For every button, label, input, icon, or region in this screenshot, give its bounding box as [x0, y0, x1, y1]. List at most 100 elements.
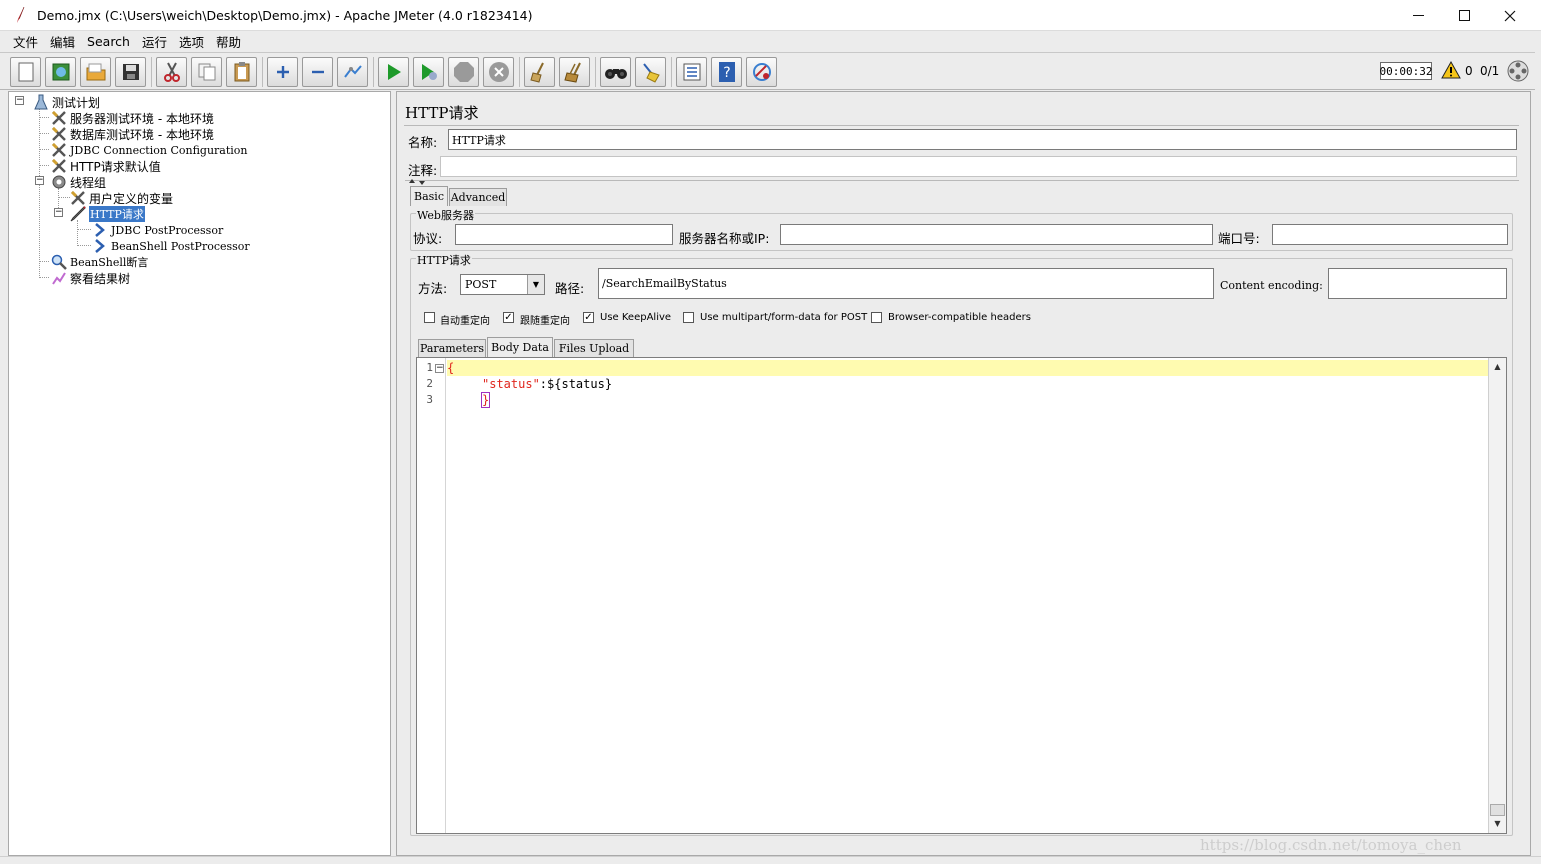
collapse-toggle-http-request[interactable]: − [54, 208, 63, 217]
remote-icon [752, 63, 771, 81]
line-number: 2 [426, 377, 433, 390]
templates-button[interactable] [45, 57, 76, 87]
tab-body-data[interactable]: Body Data [487, 337, 553, 357]
copy-button[interactable] [191, 57, 222, 87]
body-data-editor[interactable]: 1 − 2 3 { "status": ${status} } ▲ ▼ [416, 357, 1507, 834]
menu-search[interactable]: Search [87, 34, 130, 49]
menu-bar: 文件 编辑 Search 运行 选项 帮助 [0, 31, 1535, 52]
copy-icon [198, 63, 215, 81]
method-value: POST [465, 278, 497, 291]
browser-headers-checkbox[interactable] [871, 312, 882, 323]
title-bar: Demo.jmx (C:\Users\weich\Desktop\Demo.jm… [0, 0, 1541, 31]
clear-button[interactable] [524, 57, 555, 87]
follow-redirect-checkbox[interactable]: ✓ [503, 312, 514, 323]
close-button[interactable] [1487, 0, 1533, 31]
scroll-down-icon[interactable]: ▼ [1490, 816, 1505, 831]
fold-toggle[interactable]: − [435, 364, 444, 373]
tab-basic[interactable]: Basic [410, 186, 448, 206]
tree-node-test-plan[interactable]: 测试计划 [32, 94, 100, 110]
tree-node-http-request[interactable]: HTTP请求 [69, 205, 146, 223]
paste-button[interactable] [226, 57, 257, 87]
port-input[interactable] [1272, 224, 1508, 245]
tree-label: 线程组 [70, 175, 107, 190]
tree-node-server-config[interactable]: 服务器测试环境 - 本地环境 [50, 110, 214, 126]
tree-node-db-config[interactable]: 数据库测试环境 - 本地环境 [50, 126, 214, 142]
new-button[interactable] [10, 57, 41, 87]
menu-file[interactable]: 文件 [13, 32, 38, 51]
cut-button[interactable] [156, 57, 187, 87]
maximize-button[interactable] [1441, 0, 1487, 31]
stop-button[interactable] [448, 57, 479, 87]
path-input[interactable]: /SearchEmailByStatus [598, 268, 1214, 299]
tree-node-http-defaults[interactable]: HTTP请求默认值 [50, 158, 161, 174]
function-helper-button[interactable] [676, 57, 707, 87]
menu-help[interactable]: 帮助 [216, 32, 241, 51]
tree-label: HTTP请求默认值 [70, 159, 161, 174]
web-server-group-title: Web服务器 [416, 207, 475, 223]
tree-label: JDBC Connection Configuration [70, 143, 248, 157]
clear-all-button[interactable] [559, 57, 590, 87]
start-button[interactable] [378, 57, 409, 87]
tab-advanced[interactable]: Advanced [449, 188, 507, 206]
menu-run[interactable]: 运行 [142, 32, 167, 51]
collapse-toggle-test-plan[interactable]: − [15, 96, 24, 105]
watermark: https://blog.csdn.net/tomoya_chen [1200, 836, 1462, 854]
tab-parameters[interactable]: Parameters [418, 339, 486, 357]
name-input[interactable]: HTTP请求 [448, 129, 1517, 150]
test-plan-tree[interactable]: − − − 测试计划 服务器测试环境 - 本地环境 数据库测试环境 - 本地环境… [8, 91, 391, 856]
tree-label: 测试计划 [52, 95, 101, 110]
open-button[interactable] [80, 57, 111, 87]
tab-files-upload[interactable]: Files Upload [554, 339, 634, 357]
keepalive-checkbox[interactable]: ✓ [583, 312, 594, 323]
collapse-toggle-thread-group[interactable]: − [35, 176, 44, 185]
keepalive-label: Use KeepAlive [600, 312, 672, 323]
config-tools-icon [50, 158, 68, 174]
comment-label: 注释: [408, 163, 438, 178]
name-label: 名称: [408, 135, 438, 150]
toggle-button[interactable] [337, 57, 368, 87]
tree-node-beanshell-postprocessor[interactable]: BeanShell PostProcessor [91, 238, 250, 254]
method-select[interactable]: POST ▼ [460, 274, 545, 295]
minimize-button[interactable] [1395, 0, 1441, 31]
shutdown-icon [488, 62, 509, 82]
multipart-checkbox[interactable] [683, 312, 694, 323]
remote-button[interactable] [746, 57, 777, 87]
code-line-1: { [447, 360, 454, 376]
tree-node-user-variables[interactable]: 用户定义的变量 [69, 190, 173, 206]
http-request-group-title: HTTP请求 [416, 252, 472, 268]
scroll-up-icon[interactable]: ▲ [1490, 359, 1505, 374]
tree-node-results-tree[interactable]: 察看结果树 [50, 270, 130, 286]
tree-node-jdbc-config[interactable]: JDBC Connection Configuration [50, 142, 248, 158]
browser-headers-label: Browser-compatible headers [888, 312, 1031, 323]
line-number-gutter: 1 − 2 3 [417, 358, 446, 833]
menu-options[interactable]: 选项 [179, 32, 204, 51]
scroll-thumb[interactable] [1490, 804, 1505, 816]
search-button[interactable] [600, 57, 631, 87]
svg-text:?: ? [723, 65, 730, 81]
editor-vertical-scrollbar[interactable]: ▲ ▼ [1488, 358, 1506, 833]
expand-all-button[interactable] [267, 57, 298, 87]
start-no-pauses-button[interactable] [413, 57, 444, 87]
shutdown-button[interactable] [483, 57, 514, 87]
protocol-input[interactable] [455, 224, 673, 245]
splitter-arrows-icon[interactable] [407, 178, 427, 186]
tree-node-thread-group[interactable]: 线程组 [50, 174, 106, 190]
menu-edit[interactable]: 编辑 [50, 32, 75, 51]
reset-search-button[interactable] [635, 57, 666, 87]
collapse-all-button[interactable] [302, 57, 333, 87]
jmeter-feather-icon [17, 7, 25, 23]
content-encoding-input[interactable] [1328, 268, 1507, 299]
minimize-icon [1412, 15, 1424, 16]
auto-redirect-checkbox[interactable] [424, 312, 435, 323]
tree-label: JDBC PostProcessor [111, 223, 224, 237]
help-button[interactable]: ? [711, 57, 742, 87]
code-line-2: "status": ${status} [482, 376, 612, 392]
tree-node-beanshell-assertion[interactable]: BeanShell断言 [50, 254, 148, 270]
tree-node-jdbc-postprocessor[interactable]: JDBC PostProcessor [91, 222, 223, 238]
save-button[interactable] [115, 57, 146, 87]
warning-icon[interactable] [1441, 61, 1461, 79]
server-input[interactable] [780, 224, 1213, 245]
list-icon [683, 63, 700, 81]
comment-input[interactable] [440, 156, 1517, 177]
status-indicator-icon [1507, 60, 1529, 82]
